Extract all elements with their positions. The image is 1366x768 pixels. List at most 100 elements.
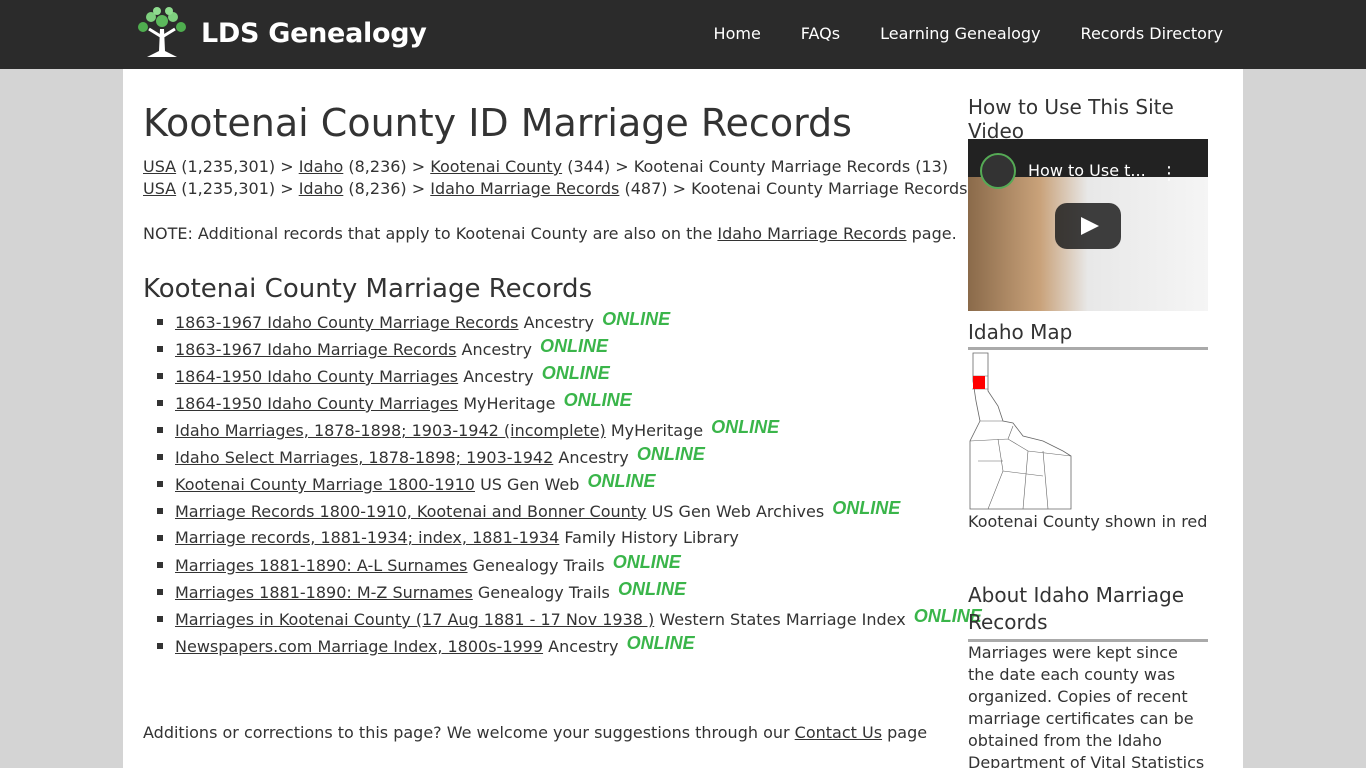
map-heading: Idaho Map xyxy=(968,320,1208,350)
record-link[interactable]: Newspapers.com Marriage Index, 1800s-199… xyxy=(175,637,543,656)
breadcrumb-link-kootenai-county[interactable]: Kootenai County xyxy=(430,157,562,176)
list-item: 1863-1967 Idaho County Marriage Records … xyxy=(157,309,982,338)
record-source: Ancestry xyxy=(558,448,629,467)
breadcrumb-current: (344) > Kootenai County Marriage Records… xyxy=(562,157,949,176)
site-header: LDS Genealogy Home FAQs Learning Genealo… xyxy=(0,0,1366,69)
record-link[interactable]: 1863-1967 Idaho Marriage Records xyxy=(175,340,456,359)
bullet-icon xyxy=(157,535,163,541)
list-item: Idaho Select Marriages, 1878-1898; 1903-… xyxy=(157,444,982,473)
section-title: Kootenai County Marriage Records xyxy=(143,274,593,304)
main-nav: Home FAQs Learning Genealogy Records Dir… xyxy=(674,24,1223,43)
breadcrumb-link-usa[interactable]: USA xyxy=(143,179,176,198)
breadcrumb: USA (1,235,301) > Idaho (8,236) > Kooten… xyxy=(143,157,948,176)
record-link[interactable]: Idaho Marriages, 1878-1898; 1903-1942 (i… xyxy=(175,421,606,440)
breadcrumb-link-idaho[interactable]: Idaho xyxy=(299,157,344,176)
play-icon[interactable] xyxy=(1055,203,1121,249)
kootenai-county-highlight xyxy=(973,376,985,389)
map-caption: Kootenai County shown in red xyxy=(968,512,1208,531)
footer-suffix: page xyxy=(882,723,928,742)
nav-home[interactable]: Home xyxy=(714,24,761,43)
record-source: US Gen Web Archives xyxy=(651,502,825,521)
record-link[interactable]: Marriages in Kootenai County (17 Aug 188… xyxy=(175,610,654,629)
list-item: Idaho Marriages, 1878-1898; 1903-1942 (i… xyxy=(157,417,982,446)
about-text: Marriages were kept since the date each … xyxy=(968,643,1205,768)
record-link[interactable]: Marriage Records 1800-1910, Kootenai and… xyxy=(175,502,647,521)
bullet-icon xyxy=(157,616,163,622)
breadcrumb-count: (1,235,301) > xyxy=(176,179,299,198)
logo-text: LDS Genealogy xyxy=(201,17,427,49)
breadcrumb-link-idaho-marriage-records[interactable]: Idaho Marriage Records xyxy=(430,179,619,198)
note-prefix: NOTE: Additional records that apply to K… xyxy=(143,224,718,243)
online-badge: ONLINE xyxy=(612,552,681,572)
page-content: Kootenai County ID Marriage Records USA … xyxy=(123,69,1243,768)
record-source: Ancestry xyxy=(461,340,532,359)
record-source: Family History Library xyxy=(564,528,739,547)
online-badge: ONLINE xyxy=(540,336,609,356)
list-item: Marriage Records 1800-1910, Kootenai and… xyxy=(157,498,982,527)
breadcrumb-link-idaho[interactable]: Idaho xyxy=(299,179,344,198)
nav-faqs[interactable]: FAQs xyxy=(801,24,840,43)
about-heading: About Idaho Marriage Records xyxy=(968,582,1208,642)
record-link[interactable]: 1864-1950 Idaho County Marriages xyxy=(175,394,458,413)
list-item: Newspapers.com Marriage Index, 1800s-199… xyxy=(157,633,982,662)
record-source: MyHeritage xyxy=(610,421,704,440)
online-badge: ONLINE xyxy=(617,579,686,599)
record-source: Ancestry xyxy=(463,367,534,386)
record-source: Western States Marriage Index xyxy=(659,610,906,629)
site-logo[interactable]: LDS Genealogy xyxy=(131,7,427,59)
record-source: Genealogy Trails xyxy=(477,583,610,602)
online-badge: ONLINE xyxy=(541,363,610,383)
tree-icon xyxy=(138,7,186,57)
record-link[interactable]: Marriage records, 1881-1934; index, 1881… xyxy=(175,528,559,547)
record-link[interactable]: Marriages 1881-1890: A-L Surnames xyxy=(175,556,468,575)
list-item: 1863-1967 Idaho Marriage Records Ancestr… xyxy=(157,336,982,365)
bullet-icon xyxy=(157,427,163,433)
breadcrumb-count: (1,235,301) > xyxy=(176,157,299,176)
bullet-icon xyxy=(157,373,163,379)
note-text: NOTE: Additional records that apply to K… xyxy=(143,224,957,243)
list-item: Kootenai County Marriage 1800-1910 US Ge… xyxy=(157,471,982,500)
breadcrumb-count: (8,236) > xyxy=(343,157,431,176)
bullet-icon xyxy=(157,508,163,514)
list-item: 1864-1950 Idaho County Marriages MyHerit… xyxy=(157,390,982,419)
list-item: Marriages in Kootenai County (17 Aug 188… xyxy=(157,606,982,635)
note-suffix: page. xyxy=(906,224,957,243)
bullet-icon xyxy=(157,319,163,325)
bullet-icon xyxy=(157,589,163,595)
nav-learning-genealogy[interactable]: Learning Genealogy xyxy=(880,24,1040,43)
bullet-icon xyxy=(157,643,163,649)
bullet-icon xyxy=(157,346,163,352)
records-list: 1863-1967 Idaho County Marriage Records … xyxy=(157,309,982,662)
record-source: Genealogy Trails xyxy=(472,556,605,575)
online-badge: ONLINE xyxy=(587,471,656,491)
record-link[interactable]: 1863-1967 Idaho County Marriage Records xyxy=(175,313,519,332)
record-source: Ancestry xyxy=(523,313,594,332)
more-options-icon[interactable]: ⋮ xyxy=(1160,163,1178,184)
note-link[interactable]: Idaho Marriage Records xyxy=(717,224,906,243)
online-badge: ONLINE xyxy=(832,498,901,518)
video-player[interactable]: How to Use t... ⋮ xyxy=(968,139,1208,311)
online-badge: ONLINE xyxy=(563,390,632,410)
bullet-icon xyxy=(157,562,163,568)
nav-records-directory[interactable]: Records Directory xyxy=(1081,24,1223,43)
record-link[interactable]: Idaho Select Marriages, 1878-1898; 1903-… xyxy=(175,448,553,467)
online-badge: ONLINE xyxy=(626,633,695,653)
footer-note: Additions or corrections to this page? W… xyxy=(143,723,927,742)
breadcrumb-current: (487) > Kootenai County Marriage Records… xyxy=(619,179,1006,198)
list-item: Marriage records, 1881-1934; index, 1881… xyxy=(157,527,982,554)
video-title: How to Use t... xyxy=(1028,161,1146,180)
bullet-icon xyxy=(157,454,163,460)
online-badge: ONLINE xyxy=(636,444,705,464)
breadcrumb-link-usa[interactable]: USA xyxy=(143,157,176,176)
breadcrumb-count: (8,236) > xyxy=(343,179,431,198)
record-link[interactable]: Kootenai County Marriage 1800-1910 xyxy=(175,475,475,494)
idaho-map xyxy=(969,352,1072,510)
contact-us-link[interactable]: Contact Us xyxy=(795,723,882,742)
footer-prefix: Additions or corrections to this page? W… xyxy=(143,723,795,742)
record-source: MyHeritage xyxy=(463,394,556,413)
record-link[interactable]: Marriages 1881-1890: M-Z Surnames xyxy=(175,583,473,602)
breadcrumb: USA (1,235,301) > Idaho (8,236) > Idaho … xyxy=(143,179,1005,198)
channel-logo xyxy=(980,153,1016,189)
bullet-icon xyxy=(157,400,163,406)
record-link[interactable]: 1864-1950 Idaho County Marriages xyxy=(175,367,458,386)
